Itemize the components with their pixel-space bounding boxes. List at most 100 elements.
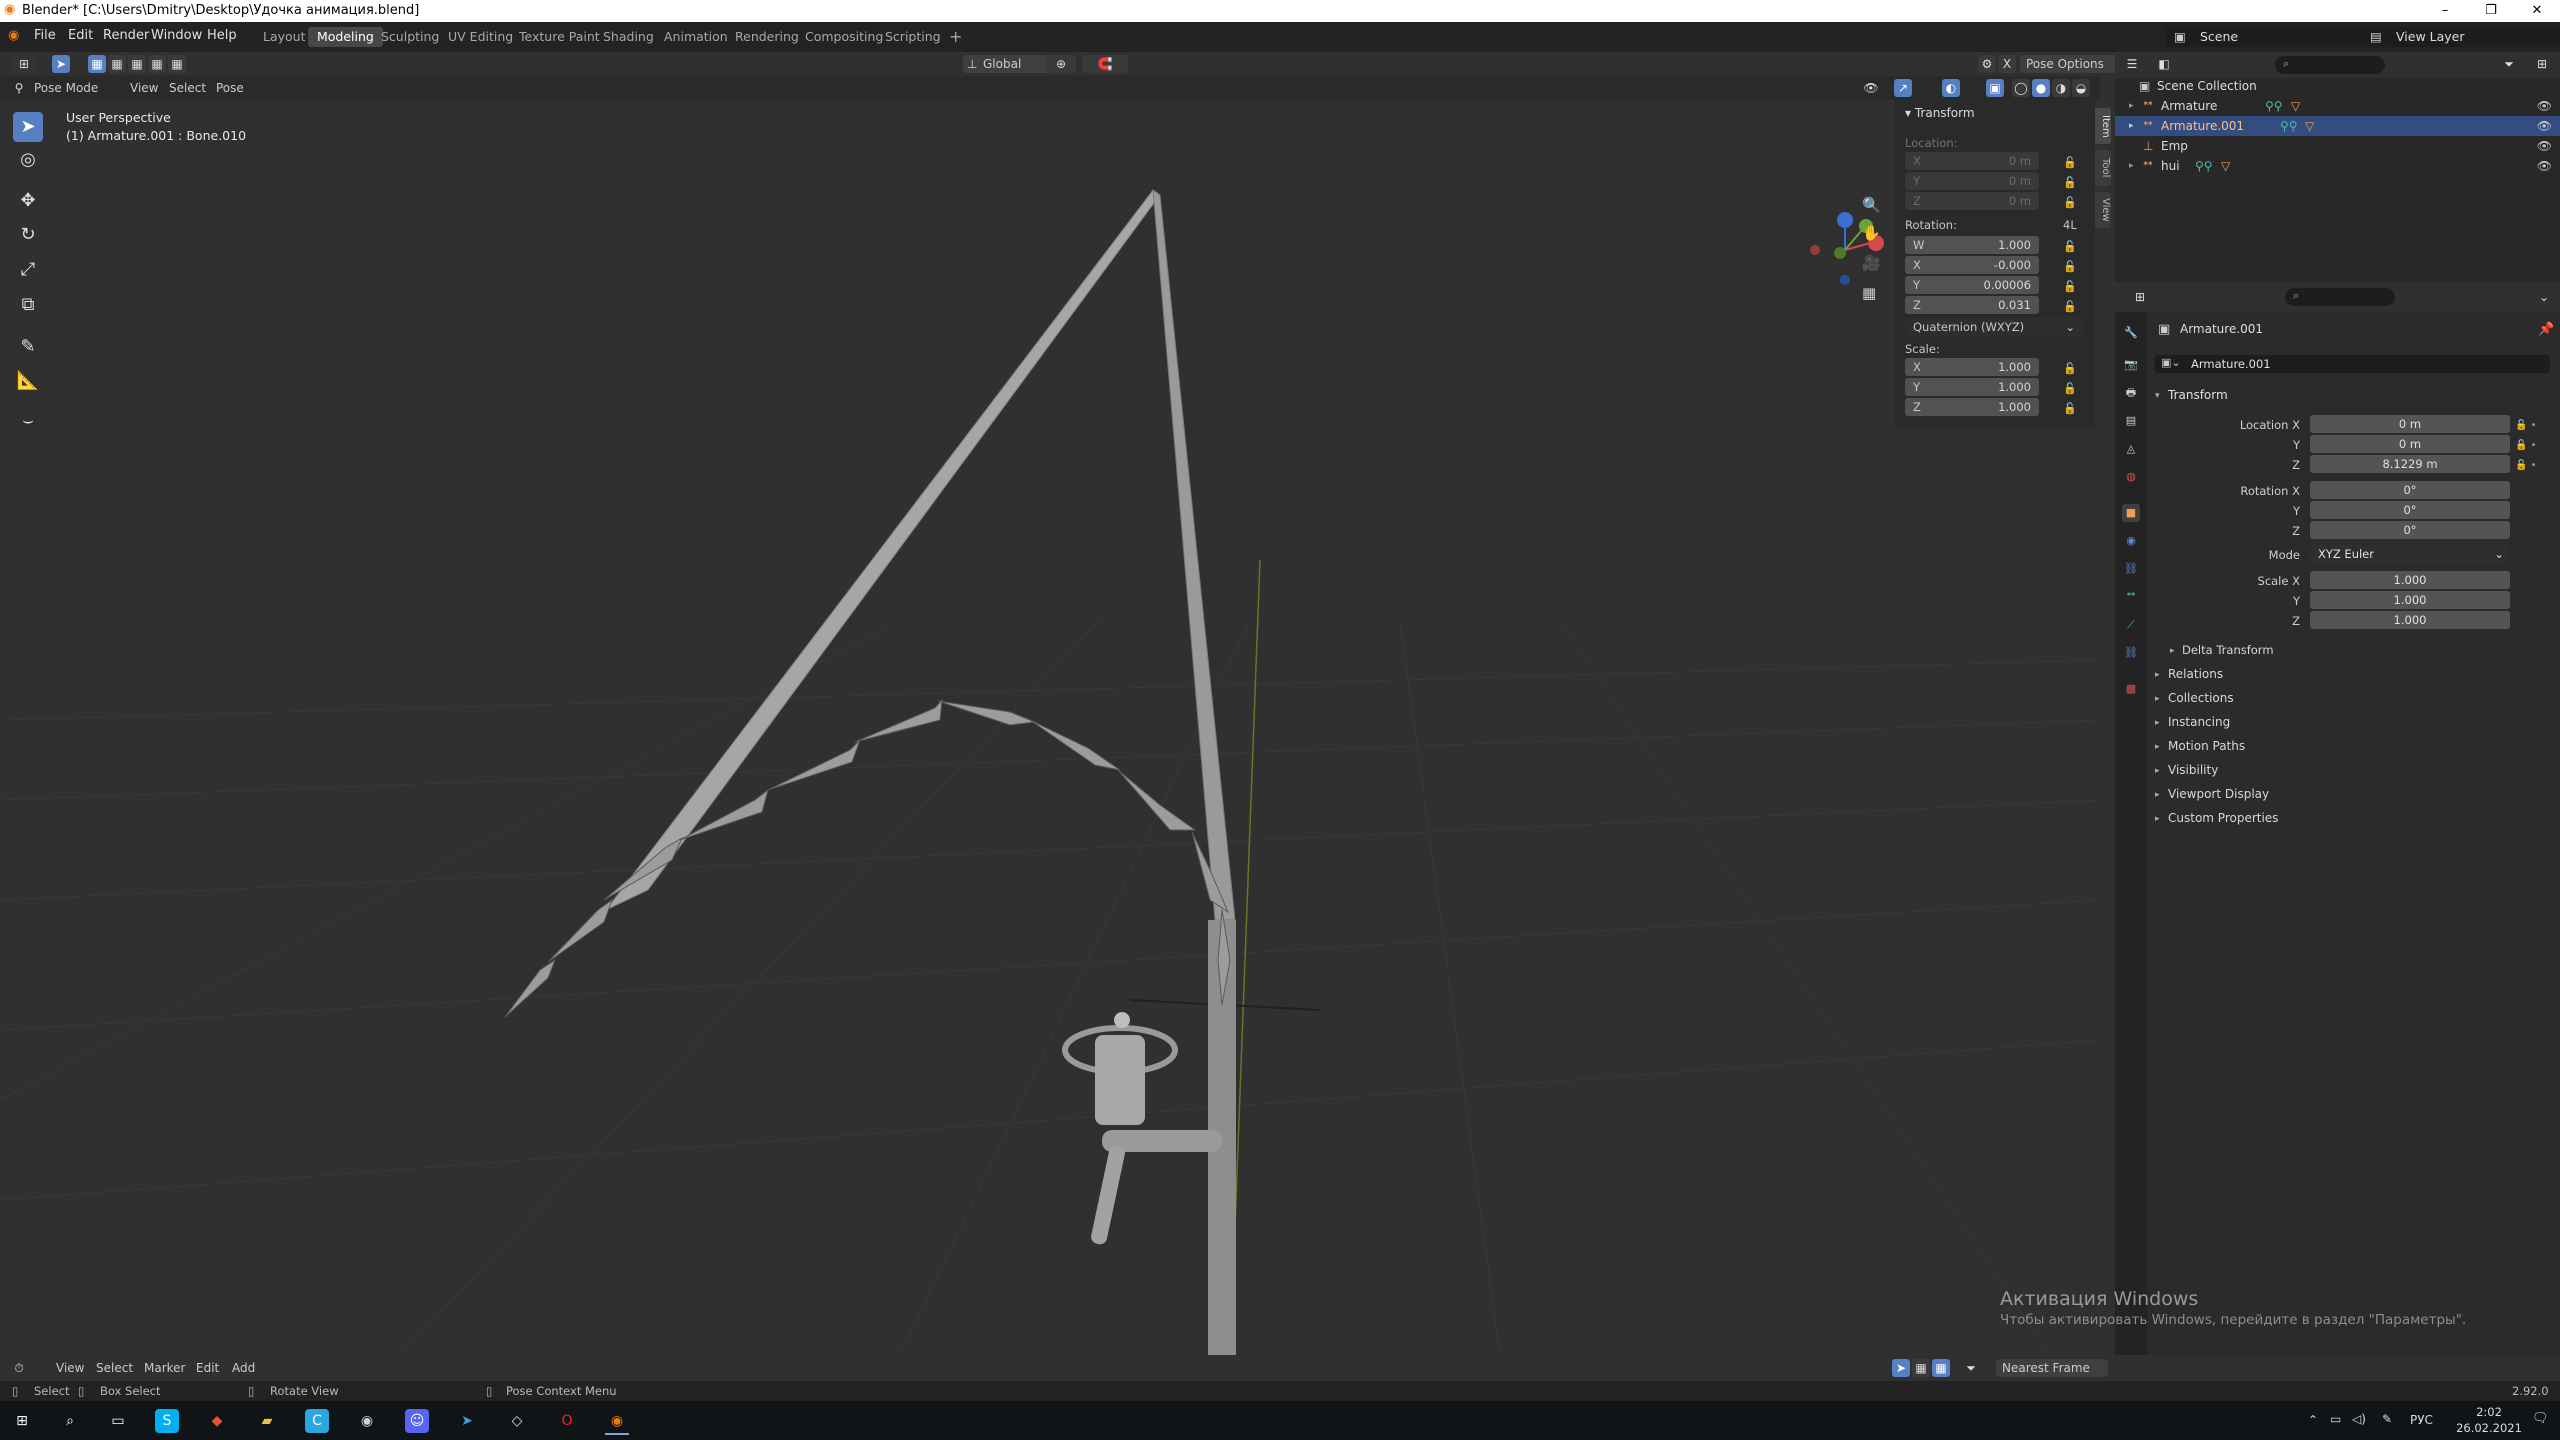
windows-start-icon[interactable]: ⊞ xyxy=(10,1409,34,1433)
transform-affect-icon[interactable]: ⚙ xyxy=(1978,55,1996,73)
bone-scale-y-field[interactable]: Y 1.000 xyxy=(1905,378,2039,396)
select-mode-subtract-icon[interactable]: ▦ xyxy=(128,55,146,73)
transform-section-header[interactable]: Transform xyxy=(2168,388,2228,402)
tray-chevron-icon[interactable]: ⌃ xyxy=(2308,1413,2318,1427)
zoom-icon[interactable]: 🔍 xyxy=(1862,196,1881,214)
rotation-4l-toggle[interactable]: 4L xyxy=(2063,218,2077,232)
pin-icon[interactable]: 📌 xyxy=(2538,322,2554,337)
bone-rotation-y-field[interactable]: Y 0.00006 xyxy=(1905,276,2039,294)
menu-view[interactable]: View xyxy=(124,79,164,97)
bone-scale-z-field[interactable]: Z 1.000 xyxy=(1905,398,2039,416)
show-pose-markers-icon[interactable]: ▦ xyxy=(1912,1359,1930,1377)
unity-icon[interactable]: ◇ xyxy=(505,1409,529,1433)
scale-x-field[interactable]: 1.000 xyxy=(2310,571,2510,589)
navigation-gizmo[interactable] xyxy=(1810,212,1884,285)
solid-shading-icon[interactable]: ● xyxy=(2032,79,2050,97)
gizmo-toggle-icon[interactable]: ↗ xyxy=(1894,79,1912,97)
menu-help[interactable]: Help xyxy=(207,28,237,43)
x-mirror-icon[interactable]: X xyxy=(1998,55,2016,73)
properties-editor-type-icon[interactable]: ⊞ xyxy=(2131,288,2149,306)
expand-arrow-icon[interactable]: ▸ xyxy=(2129,156,2134,176)
search-icon[interactable]: ⌕ xyxy=(58,1409,82,1433)
render-tab-icon[interactable]: 📷 xyxy=(2122,356,2140,374)
new-collection-icon[interactable]: ⊞ xyxy=(2533,55,2551,73)
object-tab-icon[interactable]: ■ xyxy=(2122,504,2140,522)
physics-tab-icon[interactable]: ◉ xyxy=(2122,532,2140,550)
view-layer-tab-icon[interactable]: ▤ xyxy=(2122,412,2140,430)
location-z-field[interactable]: 8.1229 m xyxy=(2310,455,2510,473)
lock-icon[interactable]: 🔓 xyxy=(2063,176,2077,189)
select-mode-extend-icon[interactable]: ▦ xyxy=(108,55,126,73)
filter-icon[interactable]: ⏷ xyxy=(2500,55,2518,73)
outliner-scene-collection[interactable]: ▣ Scene Collection xyxy=(2115,76,2560,96)
clock-time[interactable]: 2:02 xyxy=(2462,1405,2516,1419)
rotation-mode-dropdown[interactable]: XYZ Euler ⌄ xyxy=(2310,545,2510,563)
transform-panel-title[interactable]: ▾ Transform xyxy=(1905,106,1975,120)
menu-edit[interactable]: Edit xyxy=(68,28,93,43)
maximize-button[interactable]: ❐ xyxy=(2468,0,2514,22)
instancing-section[interactable]: Instancing xyxy=(2168,715,2230,729)
bone-tab-icon[interactable]: ⟋ xyxy=(2122,616,2140,634)
output-tab-icon[interactable]: 🖶 xyxy=(2122,384,2140,402)
clock-date[interactable]: 26.02.2021 xyxy=(2452,1421,2526,1435)
scene-tab-icon[interactable]: ◬ xyxy=(2122,440,2140,458)
tab-animation[interactable]: Animation xyxy=(655,27,737,47)
delta-transform-section[interactable]: Delta Transform xyxy=(2182,643,2274,657)
mode-dropdown[interactable]: Pose Mode xyxy=(28,79,124,97)
select-mode-invert-icon[interactable]: ▦ xyxy=(148,55,166,73)
steam-icon[interactable]: ◉ xyxy=(355,1409,379,1433)
auto-keying-icon[interactable]: ▦ xyxy=(1932,1359,1950,1377)
menu-window[interactable]: Window xyxy=(151,28,202,43)
display-mode-icon[interactable]: ◧ xyxy=(2155,55,2173,73)
overlay-toggle-icon[interactable]: ◐ xyxy=(1942,79,1960,97)
only-selected-icon[interactable]: ➤ xyxy=(1892,1359,1910,1377)
lock-icon[interactable]: 🔓 xyxy=(2063,382,2077,395)
tab-tool[interactable]: Tool xyxy=(2095,150,2111,186)
rotation-x-field[interactable]: 0° xyxy=(2310,481,2510,499)
outliner-item-emp[interactable]: ⊥ Emp 👁 xyxy=(2115,136,2560,156)
rendered-shading-icon[interactable]: ◒ xyxy=(2072,79,2090,97)
cursor-tool-icon[interactable]: ◎ xyxy=(13,145,43,175)
pen-icon[interactable]: ✎ xyxy=(2382,1412,2392,1426)
outliner-item-hui[interactable]: ▸ ᕯ hui ⚲⚲ ▽ 👁 xyxy=(2115,156,2560,176)
select-mode-intersect-icon[interactable]: ▦ xyxy=(168,55,186,73)
world-tab-icon[interactable]: ◍ xyxy=(2122,468,2140,486)
visibility-eye-icon[interactable]: 👁 xyxy=(2537,116,2552,136)
network-icon[interactable]: ▭ xyxy=(2330,1412,2341,1426)
visibility-eye-icon[interactable]: 👁 xyxy=(2537,136,2552,156)
menu-render[interactable]: Render xyxy=(103,28,149,43)
menu-select[interactable]: Select xyxy=(163,79,212,97)
bone-location-y-field[interactable]: Y0 m xyxy=(1905,172,2039,190)
tab-item[interactable]: Item xyxy=(2095,108,2111,144)
bone-rotation-x-field[interactable]: X -0.000 xyxy=(1905,256,2039,274)
custom-properties-section[interactable]: Custom Properties xyxy=(2168,811,2278,825)
lock-icon[interactable]: 🔓 xyxy=(2063,402,2077,415)
brave-icon[interactable]: ◆ xyxy=(205,1409,229,1433)
timeline-menu-select[interactable]: Select xyxy=(90,1359,139,1377)
bone-rotation-z-field[interactable]: Z 0.031 xyxy=(1905,296,2039,314)
rotate-tool-icon[interactable]: ↻ xyxy=(13,220,43,250)
tab-view[interactable]: View xyxy=(2095,192,2111,228)
select-tool-icon[interactable]: ➤ xyxy=(52,55,70,73)
material-shading-icon[interactable]: ◑ xyxy=(2052,79,2070,97)
tab-shading[interactable]: Shading xyxy=(594,27,663,47)
blender-menu-icon[interactable]: ◉ xyxy=(8,28,19,43)
discord-icon[interactable]: ☺ xyxy=(405,1409,429,1433)
rotation-mode-dropdown[interactable]: Quaternion (WXYZ) ⌄ xyxy=(1905,318,2083,336)
lock-icon[interactable]: 🔓 xyxy=(2063,240,2077,253)
scale-y-field[interactable]: 1.000 xyxy=(2310,591,2510,609)
tool-tab-icon[interactable]: 🔧 xyxy=(2122,324,2140,342)
outliner-editor-type-icon[interactable]: ☰ xyxy=(2123,55,2141,73)
volume-icon[interactable]: ◁) xyxy=(2352,1412,2366,1426)
annotate-tool-icon[interactable]: ✎ xyxy=(13,332,43,362)
move-tool-icon[interactable]: ✥ xyxy=(13,186,43,216)
texture-tab-icon[interactable]: ▩ xyxy=(2122,680,2140,698)
timeline-menu-view[interactable]: View xyxy=(50,1359,90,1377)
skype-icon[interactable]: S xyxy=(155,1409,179,1433)
object-name-field[interactable]: ▣⌄ Armature.001 xyxy=(2155,355,2550,373)
location-x-field[interactable]: 0 m xyxy=(2310,415,2510,433)
bone-rotation-w-field[interactable]: W 1.000 xyxy=(1905,236,2039,254)
snap-mode-dropdown[interactable]: Nearest Frame xyxy=(1996,1359,2108,1377)
close-button[interactable]: ✕ xyxy=(2514,0,2560,22)
scene-selector[interactable]: ▣ Scene xyxy=(2166,27,2386,47)
